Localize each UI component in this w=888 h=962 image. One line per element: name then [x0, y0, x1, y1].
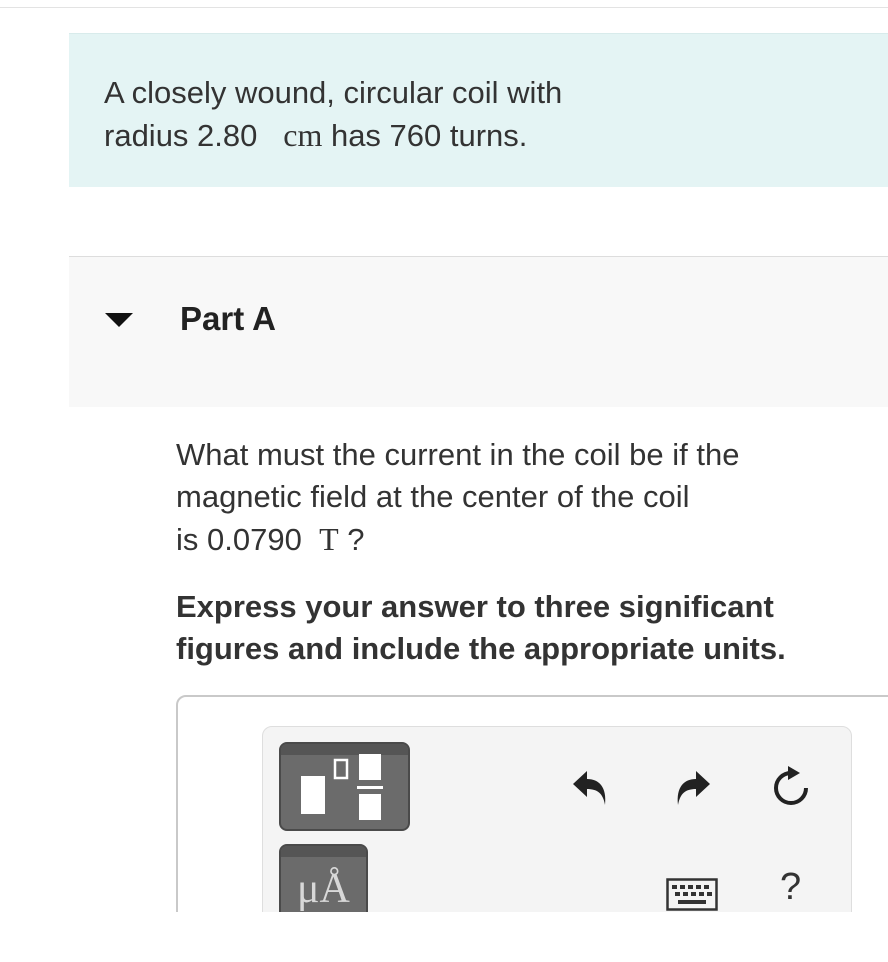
- question-line-3: is 0.0790 T ?: [176, 518, 856, 561]
- redo-icon[interactable]: [670, 765, 714, 809]
- question-line-2: magnetic field at the center of the coil: [176, 479, 690, 514]
- undo-icon[interactable]: [569, 765, 613, 809]
- templates-button[interactable]: [279, 742, 410, 831]
- question-line-1: What must the current in the coil be if …: [176, 437, 740, 472]
- question-text: What must the current in the coil be if …: [176, 434, 856, 561]
- question-field-value: is 0.0790: [176, 522, 302, 557]
- intro-turns-text: has 760 turns.: [330, 118, 528, 153]
- keyboard-icon[interactable]: [666, 878, 718, 912]
- question-mark: ?: [347, 522, 365, 557]
- question-field-unit: T: [319, 521, 339, 557]
- intro-text: A closely wound, circular coil with radi…: [104, 72, 562, 157]
- intro-line-1: A closely wound, circular coil with: [104, 75, 563, 110]
- part-title: Part A: [180, 300, 276, 337]
- templates-icon: [301, 754, 383, 820]
- part-a-header[interactable]: Part A: [69, 256, 888, 407]
- intro-radius-text: radius 2.80: [104, 118, 258, 153]
- units-label: μÅ: [297, 866, 350, 912]
- answer-instruction: Express your answer to three significant…: [176, 586, 876, 670]
- reset-icon[interactable]: [768, 765, 814, 811]
- collapse-caret-icon[interactable]: [105, 313, 133, 327]
- intro-line-2: radius 2.80 cm has 760 turns.: [104, 114, 562, 157]
- instruction-line-1: Express your answer to three significant: [176, 589, 774, 624]
- problem-intro: A closely wound, circular coil with radi…: [69, 33, 888, 187]
- help-icon[interactable]: ?: [780, 866, 801, 909]
- top-divider: [0, 7, 888, 8]
- viewport-bottom-blank: [0, 912, 888, 962]
- intro-radius-unit: cm: [283, 117, 323, 153]
- instruction-line-2: figures and include the appropriate unit…: [176, 631, 786, 666]
